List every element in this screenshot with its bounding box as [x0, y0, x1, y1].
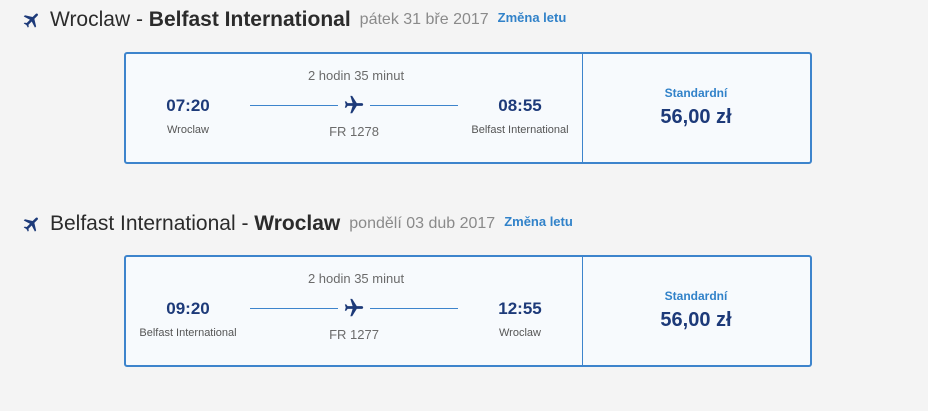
- departure-city: Belfast International: [139, 327, 237, 339]
- leg-date: pondělí 03 dub 2017: [349, 215, 496, 232]
- change-flight-link[interactable]: Změna letu: [498, 10, 567, 25]
- flight-path-line: [370, 105, 458, 106]
- arrival-time: 12:55: [498, 299, 542, 318]
- leg-date: pátek 31 bře 2017: [359, 11, 489, 28]
- leg-header-outbound: Wroclaw - Belfast International pátek 31…: [22, 6, 566, 34]
- flight-duration: 2 hodin 35 minut: [307, 68, 405, 83]
- arrival-city: Wroclaw: [499, 327, 541, 339]
- leg-origin: Wroclaw: [50, 8, 131, 31]
- airplane-icon: [344, 298, 364, 317]
- flight-path-line: [250, 308, 338, 309]
- fare-price[interactable]: 56,00 zł: [582, 106, 810, 129]
- departure-city: Wroclaw: [167, 124, 209, 136]
- flight-number: FR 1277: [329, 327, 379, 342]
- leg-origin: Belfast International: [50, 212, 236, 235]
- flight-number: FR 1278: [329, 124, 379, 139]
- fare-name[interactable]: Standardní: [582, 289, 810, 303]
- leg-header-return: Belfast International - Wroclaw pondělí …: [22, 210, 573, 238]
- change-flight-link[interactable]: Změna letu: [504, 214, 573, 229]
- flight-card-return[interactable]: 2 hodin 35 minut 09:20 Belfast Internati…: [124, 255, 812, 367]
- arrival-time: 08:55: [498, 96, 542, 115]
- flight-card-outbound[interactable]: 2 hodin 35 minut 07:20 Wroclaw FR 1278 0…: [124, 52, 812, 164]
- departure-time: 07:20: [166, 96, 210, 115]
- airplane-icon: [344, 95, 364, 114]
- leg-destination: Belfast International: [148, 8, 351, 31]
- fare-name[interactable]: Standardní: [582, 86, 810, 100]
- airplane-icon: [23, 13, 38, 28]
- flight-path-line: [250, 105, 338, 106]
- flight-duration: 2 hodin 35 minut: [307, 271, 405, 286]
- flight-path-line: [370, 308, 458, 309]
- arrival-city: Belfast International: [471, 124, 569, 136]
- leg-destination: Wroclaw: [254, 212, 341, 235]
- departure-time: 09:20: [166, 299, 210, 318]
- route-separator: -: [235, 212, 255, 235]
- airplane-icon: [23, 217, 38, 232]
- route-separator: -: [130, 8, 149, 31]
- fare-price[interactable]: 56,00 zł: [582, 309, 810, 332]
